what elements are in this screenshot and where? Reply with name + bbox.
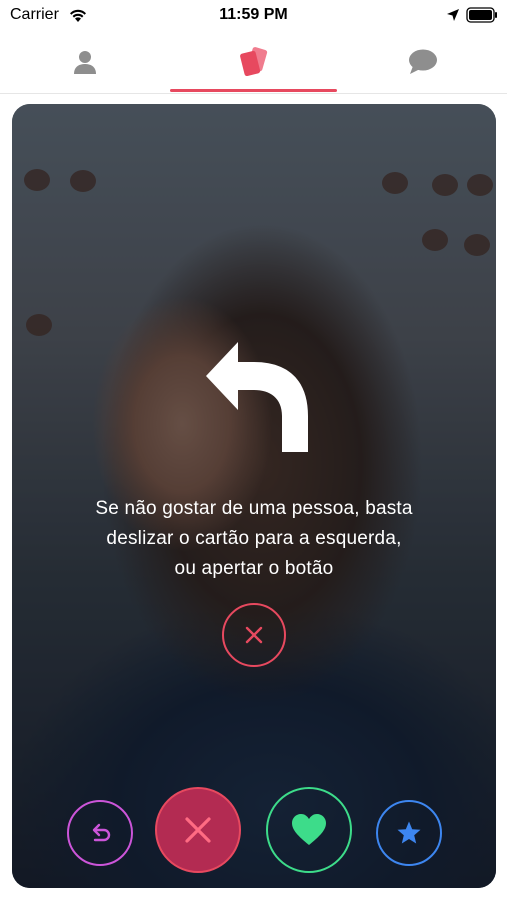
rewind-button[interactable] xyxy=(67,800,133,866)
tab-bar xyxy=(0,32,507,94)
hint-text: Se não gostar de uma pessoa, basta desli… xyxy=(12,494,496,584)
star-icon xyxy=(397,821,421,844)
close-icon xyxy=(185,817,211,843)
active-tab-indicator xyxy=(170,89,337,92)
heart-icon xyxy=(292,814,326,845)
tab-cards[interactable] xyxy=(169,32,338,92)
location-arrow-icon xyxy=(447,9,459,21)
battery-icon xyxy=(466,7,497,23)
person-icon xyxy=(73,51,96,74)
hint-line: Se não gostar de uma pessoa, basta xyxy=(95,498,413,519)
tab-profile[interactable] xyxy=(0,32,169,92)
profile-card[interactable]: Se não gostar de uma pessoa, basta desli… xyxy=(12,104,496,888)
dislike-button[interactable] xyxy=(155,787,241,873)
rewind-icon xyxy=(92,823,111,842)
close-icon xyxy=(245,626,263,644)
chat-bubble-icon xyxy=(408,49,437,74)
cards-icon xyxy=(239,47,267,77)
super-like-button[interactable] xyxy=(376,800,442,866)
like-button[interactable] xyxy=(266,787,352,873)
clock: 11:59 PM xyxy=(219,6,288,23)
curved-arrow-left-icon xyxy=(206,342,308,452)
tab-chat[interactable] xyxy=(338,32,507,92)
hint-dislike-button xyxy=(222,603,286,667)
hint-line: deslizar o cartão para a esquerda, xyxy=(106,528,402,549)
hint-line: ou apertar o botão xyxy=(174,558,334,579)
status-bar: Carrier 11:59 PM xyxy=(0,0,507,32)
